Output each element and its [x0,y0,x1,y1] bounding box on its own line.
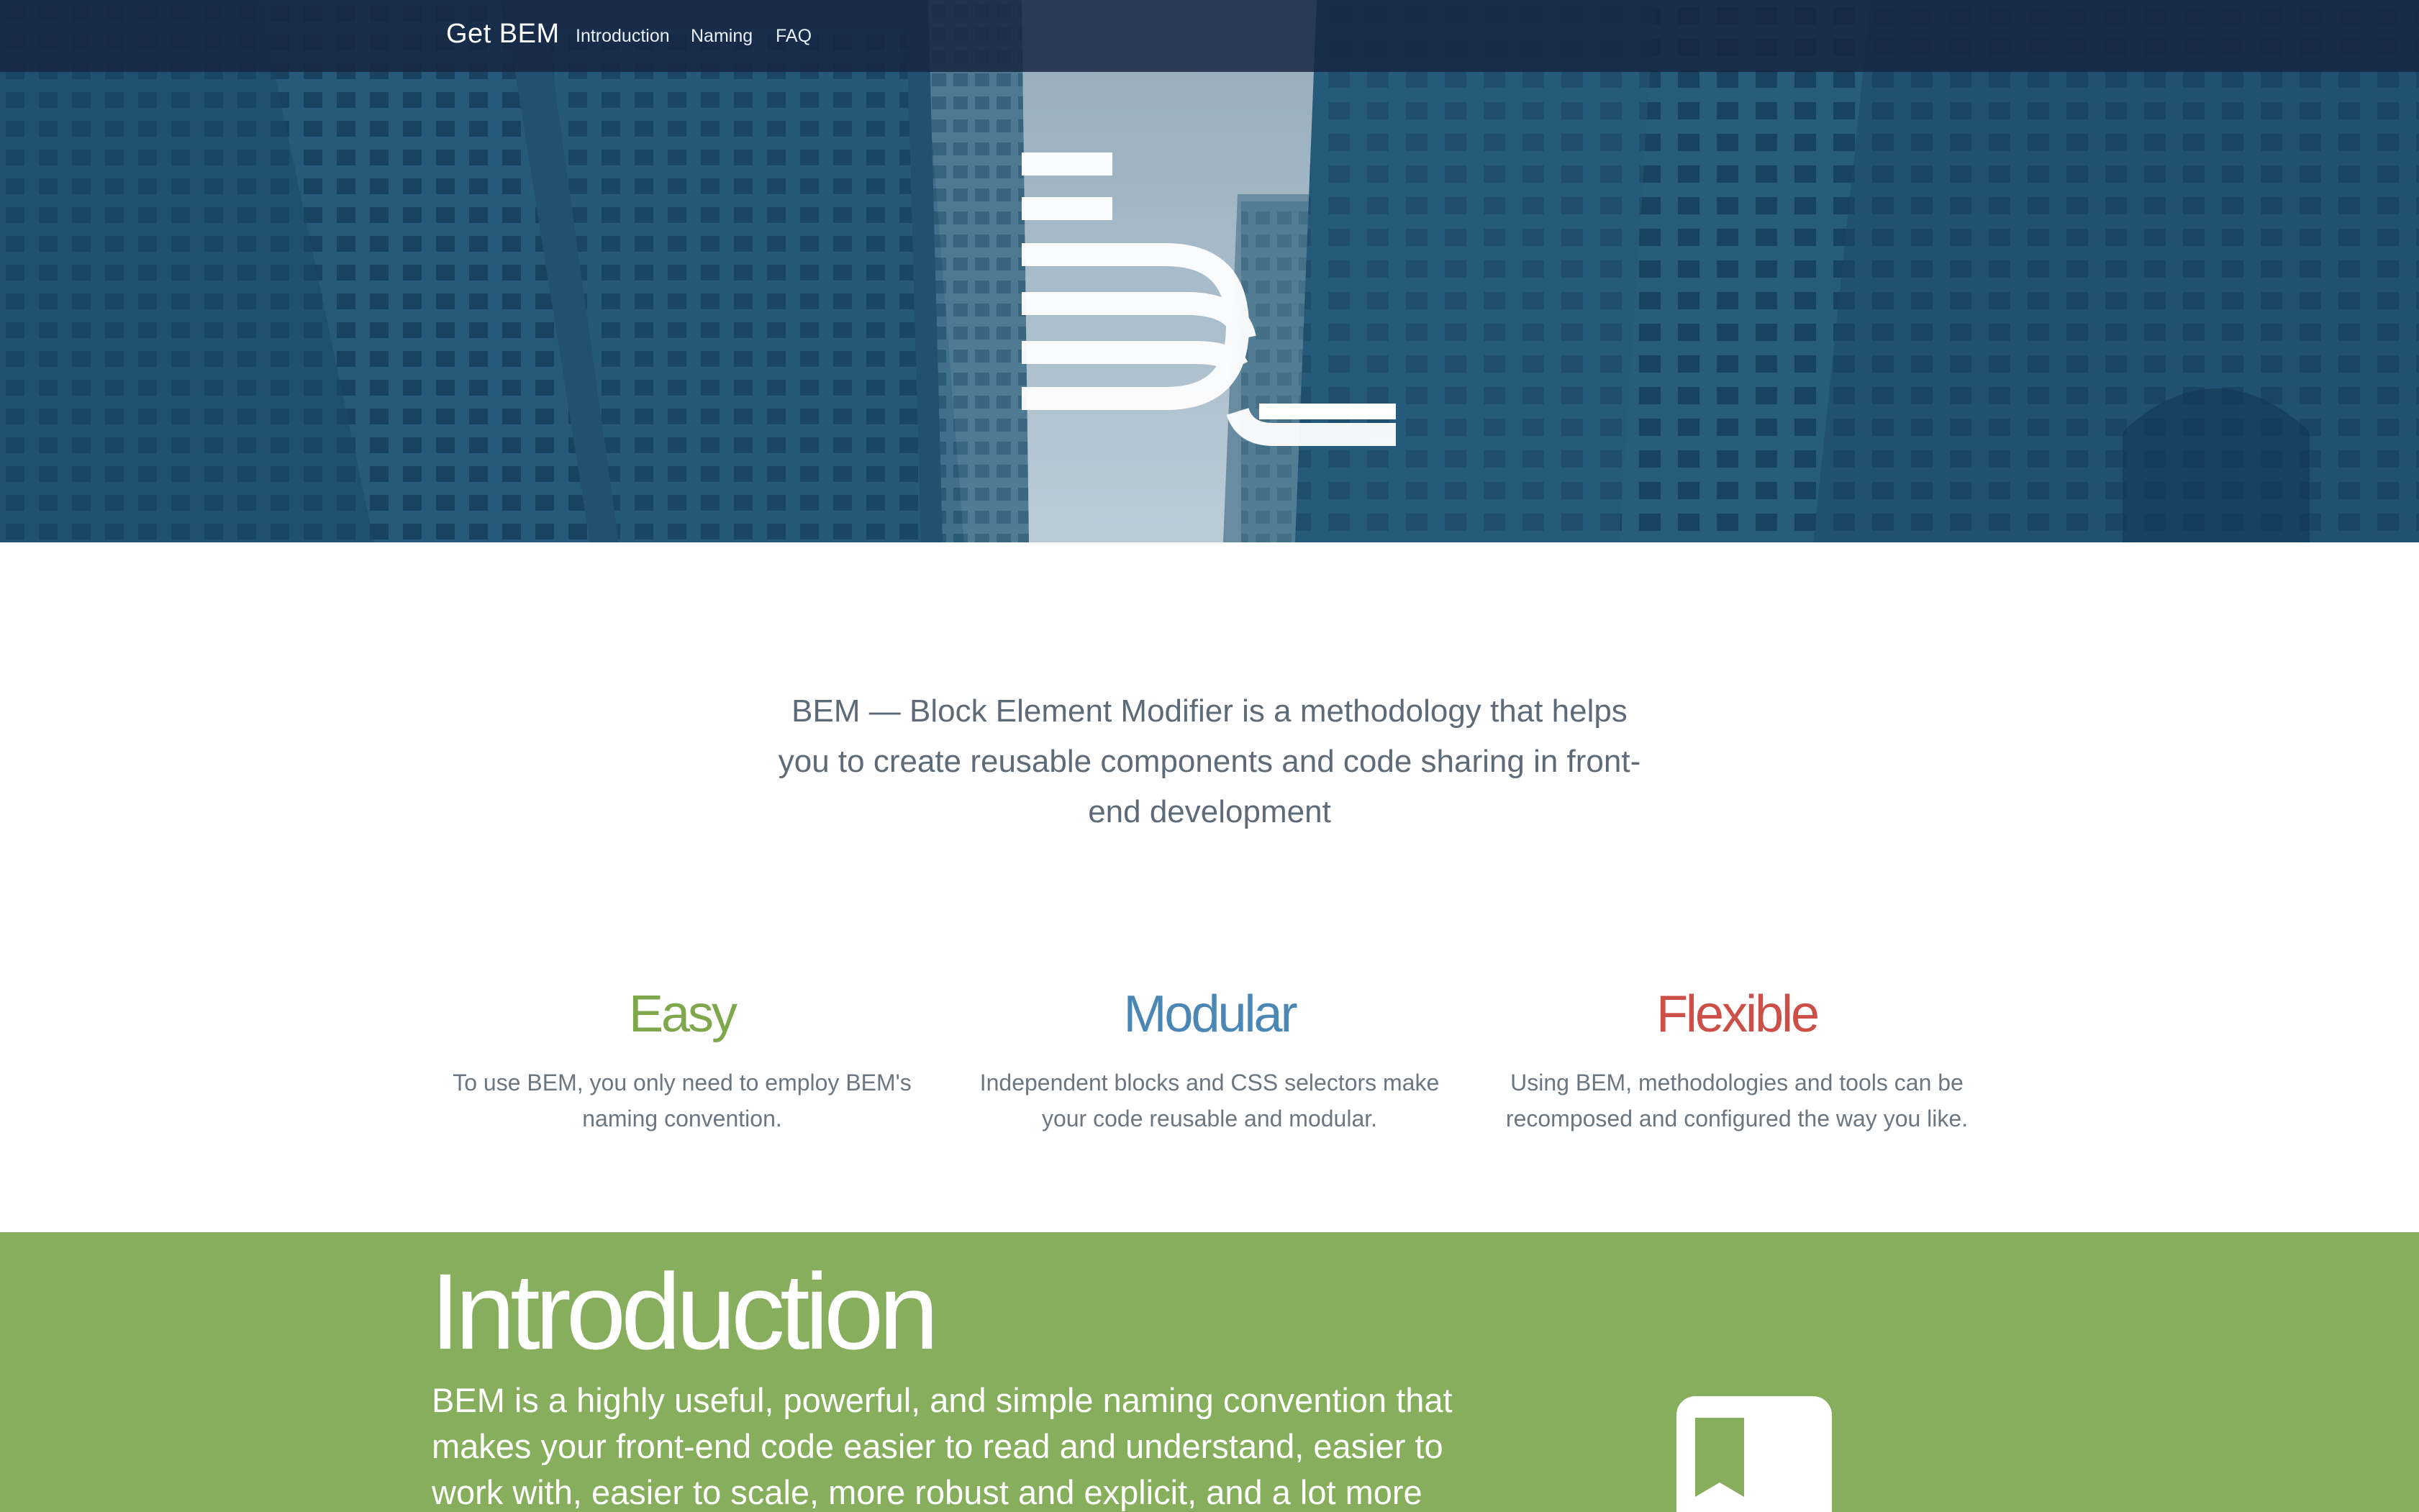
introduction-text: BEM is a highly useful, powerful, and si… [432,1381,1453,1511]
tagline: BEM — Block Element Modifier is a method… [778,693,1641,829]
nav-link-naming[interactable]: Naming [691,26,753,47]
introduction-heading: Introduction [430,1251,939,1372]
feature-title-flexible: Flexible [1656,985,1820,1043]
bem-logo-icon [1022,152,1396,446]
feature-text-flexible: Using BEM, methodologies and tools can b… [1505,1070,1969,1131]
bookmark-icon [1676,1396,1832,1512]
feature-text-easy: To use BEM, you only need to employ BEM'… [453,1070,912,1131]
feature-modular: Modular Independent blocks and CSS selec… [958,978,1461,1137]
feature-easy: Easy To use BEM, you only need to employ… [430,978,934,1137]
feature-text-modular: Independent blocks and CSS selectors mak… [979,1070,1440,1131]
hero-banner: Get BEM Introduction Naming FAQ [0,0,2419,542]
feature-flexible: Flexible Using BEM, methodologies and to… [1485,978,1989,1137]
top-navbar: Get BEM Introduction Naming FAQ [0,0,2419,72]
nav-link-faq[interactable]: FAQ [776,26,812,47]
nav-link-introduction[interactable]: Introduction [576,26,670,47]
feature-title-modular: Modular [1123,985,1297,1043]
brand-link[interactable]: Get BEM [446,19,560,50]
feature-title-easy: Easy [628,985,738,1043]
introduction-section: Introduction BEM is a highly useful, pow… [0,1232,2419,1512]
